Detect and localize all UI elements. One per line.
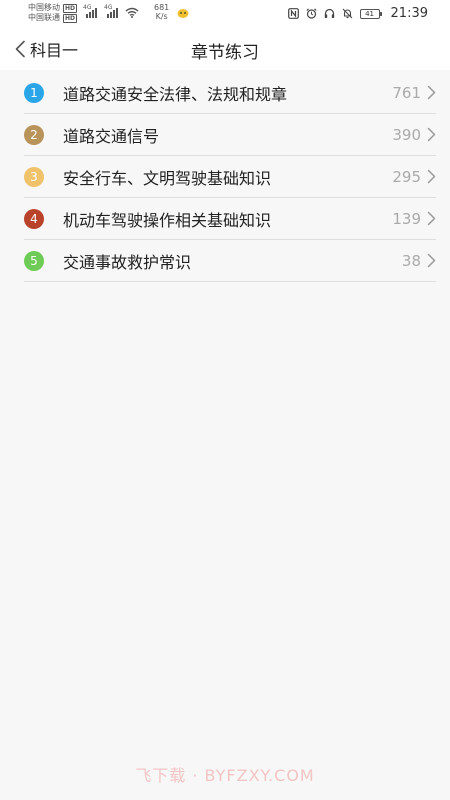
alarm-icon bbox=[305, 8, 317, 19]
chapter-number-badge: 4 bbox=[24, 208, 44, 229]
hd-badge: HD bbox=[63, 13, 78, 23]
chapter-title: 道路交通信号 bbox=[63, 126, 160, 146]
hd-badge: HD bbox=[63, 3, 78, 13]
headphones-icon bbox=[324, 8, 334, 18]
chevron-left-icon bbox=[15, 40, 25, 58]
chevron-right-icon bbox=[427, 85, 436, 100]
chapter-number-badge: 5 bbox=[24, 250, 44, 271]
carrier-info: 中国移动 HD 中国联通 HD bbox=[28, 3, 78, 23]
chapter-list: 1 道路交通安全法律、法规和规章 761 2 道路交通信号 390 3 安全行车… bbox=[24, 72, 436, 282]
speed-value: 681 bbox=[154, 3, 170, 12]
status-bar: 中国移动 HD 中国联通 HD 4G 4G 681 K/s 41 21:39 bbox=[0, 0, 450, 28]
question-count: 38 bbox=[401, 251, 421, 270]
chapter-item-5[interactable]: 5 交通事故救护常识 38 bbox=[24, 240, 436, 282]
chapter-title: 道路交通安全法律、法规和规章 bbox=[63, 84, 288, 104]
question-count: 139 bbox=[392, 209, 421, 228]
status-icons-right: 41 21:39 bbox=[287, 6, 428, 21]
back-button-label: 科目一 bbox=[30, 41, 79, 60]
chapter-title: 交通事故救护常识 bbox=[63, 252, 192, 272]
signal-icon: 4G bbox=[83, 4, 97, 18]
chapter-title: 机动车驾驶操作相关基础知识 bbox=[63, 210, 272, 230]
chapter-item-3[interactable]: 3 安全行车、文明驾驶基础知识 295 bbox=[24, 156, 436, 198]
carrier-1: 中国移动 HD bbox=[28, 3, 78, 13]
chapter-item-1[interactable]: 1 道路交通安全法律、法规和规章 761 bbox=[24, 72, 436, 114]
signal-icon: 4G bbox=[104, 4, 118, 18]
speed-unit: K/s bbox=[155, 12, 168, 21]
network-speed: 681 K/s bbox=[154, 3, 169, 21]
chapter-item-2[interactable]: 2 道路交通信号 390 bbox=[24, 114, 436, 156]
chevron-right-icon bbox=[427, 211, 436, 226]
chapter-number-badge: 3 bbox=[24, 166, 44, 187]
chapter-title: 安全行车、文明驾驶基础知识 bbox=[63, 168, 272, 188]
carrier-2: 中国联通 HD bbox=[28, 13, 78, 23]
battery-icon: 41 bbox=[359, 8, 382, 19]
signal-group: 4G 4G bbox=[83, 4, 139, 18]
back-button[interactable]: 科目一 bbox=[14, 36, 78, 62]
chapter-number-badge: 2 bbox=[24, 124, 44, 145]
carrier-1-name: 中国移动 bbox=[28, 3, 60, 12]
chapter-number-badge: 1 bbox=[24, 82, 44, 103]
question-count: 761 bbox=[392, 83, 421, 102]
chapter-item-4[interactable]: 4 机动车驾驶操作相关基础知识 139 bbox=[24, 198, 436, 240]
status-time: 21:39 bbox=[390, 6, 428, 21]
chevron-right-icon bbox=[427, 253, 436, 268]
nfc-icon bbox=[287, 8, 299, 19]
chevron-right-icon bbox=[427, 169, 436, 184]
question-count: 295 bbox=[392, 167, 421, 186]
wifi-icon bbox=[125, 7, 139, 18]
nav-bar: 科目一 章节练习 bbox=[0, 28, 450, 70]
chevron-right-icon bbox=[427, 127, 436, 142]
notification-app-icon bbox=[177, 9, 189, 18]
bell-off-icon bbox=[342, 8, 352, 19]
carrier-2-name: 中国联通 bbox=[28, 13, 60, 22]
watermark-text: 飞下载 · BYFZXY.COM bbox=[135, 766, 315, 785]
question-count: 390 bbox=[392, 125, 421, 144]
